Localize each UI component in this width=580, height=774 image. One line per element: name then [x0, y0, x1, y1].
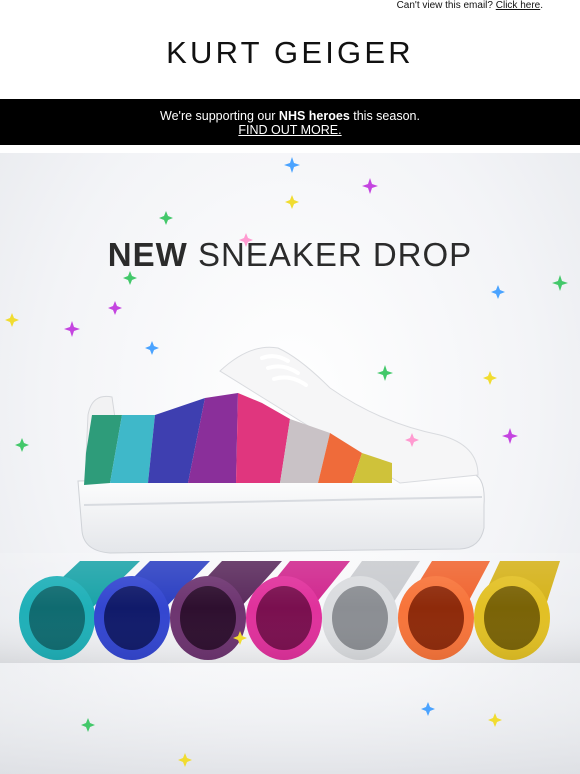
banner-highlight: NHS heroes: [278, 109, 350, 123]
color-tubes: [0, 553, 580, 663]
brand-logo[interactable]: KURT GEIGER: [0, 36, 580, 70]
nhs-banner: We're supporting our NHS heroes this sea…: [0, 99, 580, 145]
headline-light: SNEAKER DROP: [187, 236, 473, 273]
sneaker: [77, 346, 485, 554]
view-in-browser-link[interactable]: Click here: [496, 0, 540, 11]
preheader-suffix: .: [540, 0, 543, 11]
banner-prefix: We're supporting our: [160, 109, 279, 123]
preheader-text: Can't view this email?: [396, 0, 493, 11]
preheader: Can't view this email? Click here.: [0, 0, 580, 14]
headline-bold: NEW: [107, 236, 188, 273]
banner-suffix: this season.: [349, 109, 420, 123]
hero-headline: NEW SNEAKER DROP: [0, 237, 580, 273]
banner-message: We're supporting our NHS heroes this sea…: [0, 109, 580, 123]
hero-image[interactable]: NEW SNEAKER DROP: [0, 153, 580, 774]
find-out-more-link[interactable]: FIND OUT MORE.: [238, 123, 341, 137]
